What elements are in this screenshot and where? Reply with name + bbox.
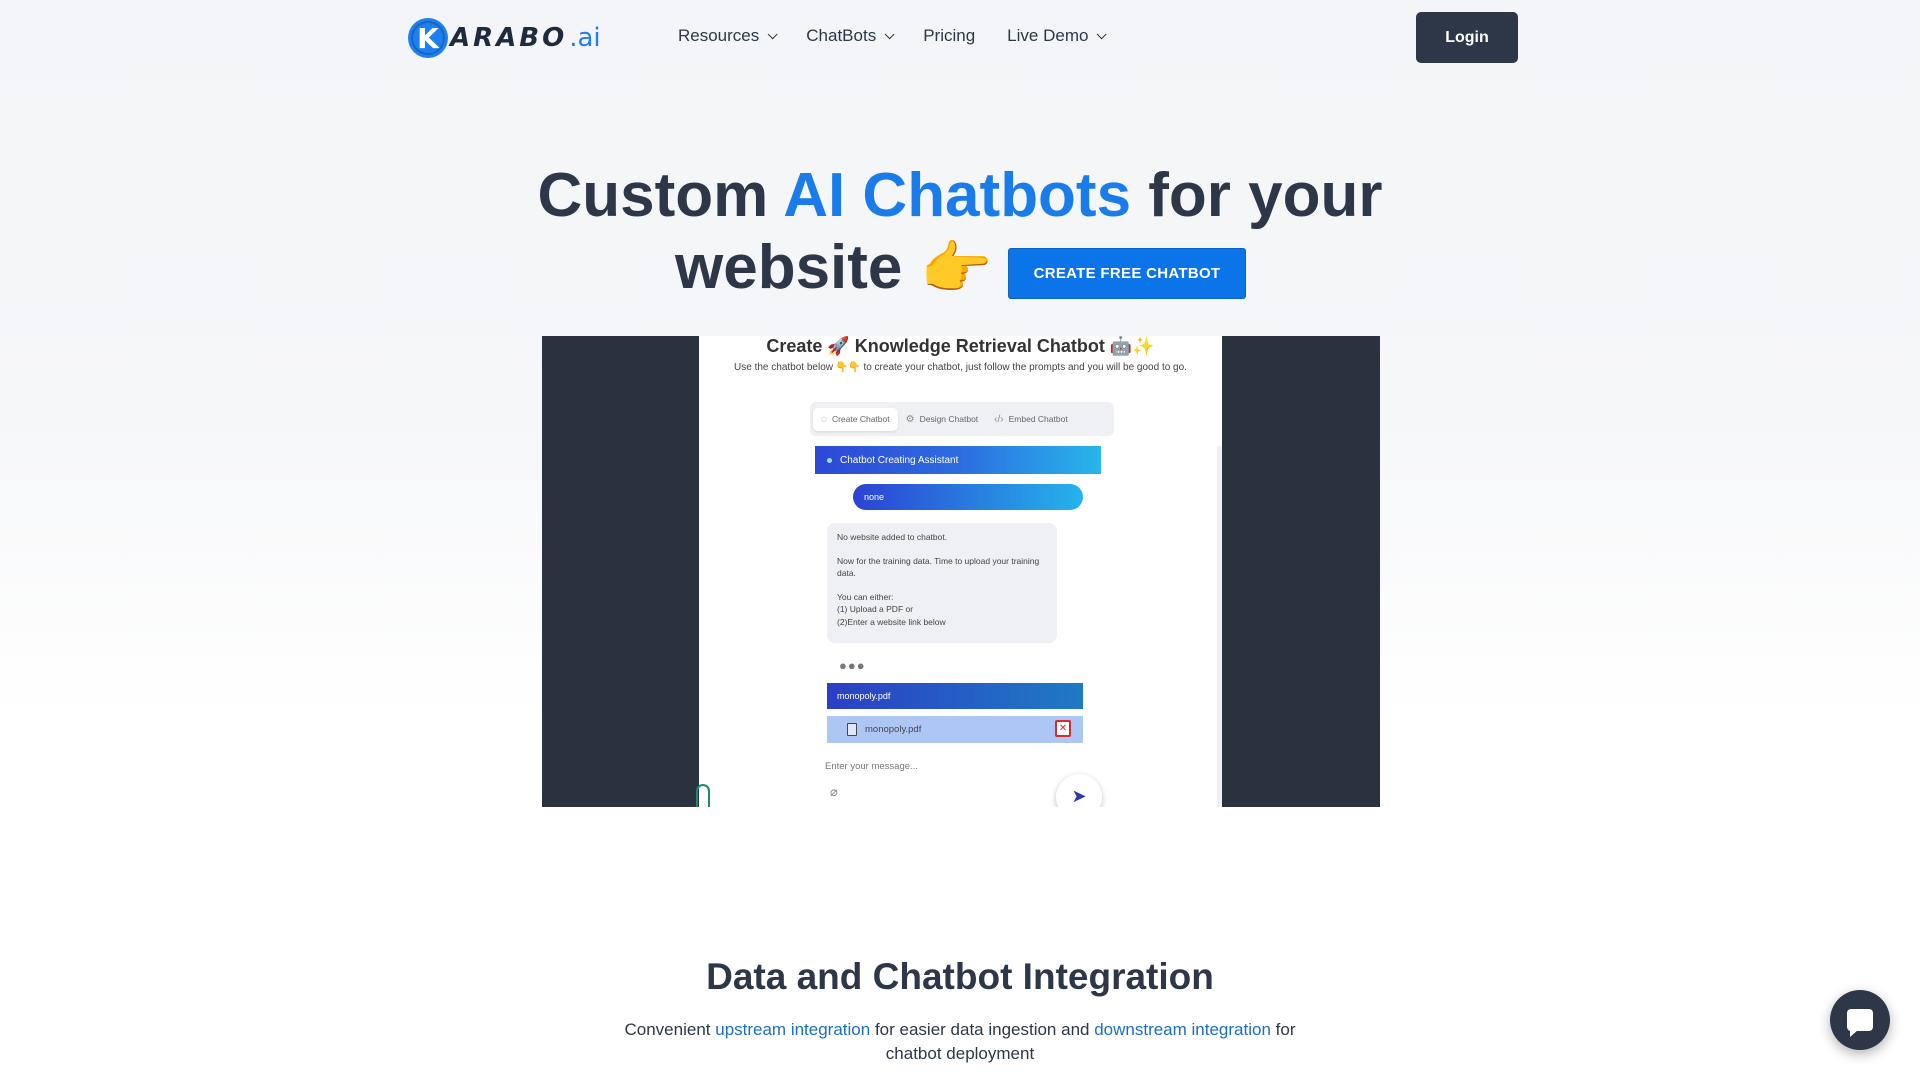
- send-button[interactable]: ➤: [1056, 774, 1102, 807]
- chat-icon: ◌: [821, 413, 827, 425]
- hero-title-accent: AI Chatbots: [783, 161, 1132, 230]
- nav-item-label: Resources: [678, 26, 760, 45]
- bot-message-line: No website added to chatbot.: [837, 532, 948, 542]
- nav-item-chatbots[interactable]: ChatBots: [806, 26, 895, 46]
- demo-video[interactable]: Create 🚀 Knowledge Retrieval Chatbot 🤖✨ …: [542, 336, 1380, 807]
- tab-label: Create Chatbot: [831, 414, 890, 424]
- demo-subtitle: Use the chatbot below 👇👇 to create your …: [734, 362, 1187, 373]
- message-input[interactable]: [825, 756, 1075, 776]
- hero-title-website: website: [675, 233, 903, 302]
- login-button[interactable]: Login: [1416, 12, 1518, 63]
- bot-message-line: You can either:: [837, 591, 894, 602]
- code-icon: ‹/›: [994, 413, 1004, 425]
- logo[interactable]: K ARABO .ai: [408, 18, 601, 58]
- send-icon: ➤: [1071, 786, 1087, 806]
- chat-launcher-button[interactable]: [1830, 990, 1890, 1050]
- hero-title-part2: for your: [1131, 161, 1383, 230]
- user-message: none: [853, 484, 1083, 510]
- bot-message-line: (2)Enter a website link below: [837, 616, 946, 627]
- file-message: monopoly.pdf: [827, 683, 1083, 709]
- nav-item-label: Pricing: [923, 26, 976, 45]
- cursor-hook-icon: [696, 784, 710, 807]
- chevron-down-icon: [767, 28, 778, 39]
- desc-text: Convenient: [624, 1020, 716, 1039]
- status-dot: [827, 457, 832, 463]
- hero-title: Custom AI Chatbots for your: [0, 160, 1920, 232]
- section-description: Convenient upstream integration for easi…: [610, 1018, 1310, 1066]
- bot-message-line: (1) Upload a PDF or: [837, 604, 914, 614]
- hero-title-line2: website 👉: [675, 232, 993, 304]
- nav-item-live-demo[interactable]: Live Demo: [1007, 26, 1108, 46]
- create-free-chatbot-button[interactable]: CREATE FREE CHATBOT: [1008, 248, 1246, 299]
- tab-label: Embed Chatbot: [1008, 414, 1068, 424]
- chevron-down-icon: [884, 28, 895, 39]
- nav-item-pricing[interactable]: Pricing: [923, 26, 975, 46]
- attached-file-label: monopoly.pdf: [865, 724, 922, 735]
- document-icon: [847, 723, 857, 736]
- tab-design-chatbot[interactable]: ⚙ Design Chatbot: [898, 408, 987, 431]
- upstream-integration-link[interactable]: upstream integration: [715, 1020, 870, 1039]
- main-nav: Resources ChatBots Pricing Live Demo: [678, 26, 1135, 46]
- demo-tabs: ◌ Create Chatbot ⚙ Design Chatbot ‹/› Em…: [810, 402, 1114, 436]
- nav-item-label: ChatBots: [806, 26, 877, 45]
- desc-text: for easier data ingestion and: [870, 1020, 1095, 1039]
- tab-embed-chatbot[interactable]: ‹/› Embed Chatbot: [986, 408, 1076, 431]
- demo-panel: Create 🚀 Knowledge Retrieval Chatbot 🤖✨ …: [699, 336, 1222, 807]
- demo-title: Create 🚀 Knowledge Retrieval Chatbot 🤖✨: [766, 336, 1155, 356]
- tab-create-chatbot[interactable]: ◌ Create Chatbot: [813, 407, 898, 431]
- assistant-header: Chatbot Creating Assistant: [815, 446, 1101, 474]
- gear-icon: ⚙: [905, 413, 915, 425]
- paperclip-icon[interactable]: ⌀: [830, 784, 838, 800]
- downstream-integration-link[interactable]: downstream integration: [1094, 1020, 1271, 1039]
- nav-item-label: Live Demo: [1007, 26, 1089, 45]
- bot-message: No website added to chatbot. Now for the…: [827, 523, 1057, 643]
- pointing-hand-icon: 👉: [920, 234, 993, 302]
- chevron-down-icon: [1097, 28, 1108, 39]
- chat-bubble-icon: [1847, 1009, 1873, 1037]
- attached-file: monopoly.pdf ✕: [827, 716, 1083, 743]
- scrollbar[interactable]: [1217, 446, 1222, 807]
- hero-title-part1: Custom: [537, 161, 784, 230]
- typing-indicator: ●●●: [839, 658, 866, 673]
- logo-wordmark: ARABO: [450, 23, 568, 53]
- tab-label: Design Chatbot: [919, 414, 979, 424]
- assistant-label: Chatbot Creating Assistant: [840, 454, 959, 466]
- trash-icon[interactable]: ✕: [1055, 720, 1071, 737]
- bot-message-line: Now for the training data. Time to uploa…: [837, 555, 1040, 579]
- nav-item-resources[interactable]: Resources: [678, 26, 778, 46]
- section-title: Data and Chatbot Integration: [706, 956, 1214, 997]
- logo-mark: K: [408, 18, 448, 58]
- logo-suffix: .ai: [569, 23, 601, 53]
- site-header: K ARABO .ai Resources ChatBots Pricing L…: [0, 0, 1920, 76]
